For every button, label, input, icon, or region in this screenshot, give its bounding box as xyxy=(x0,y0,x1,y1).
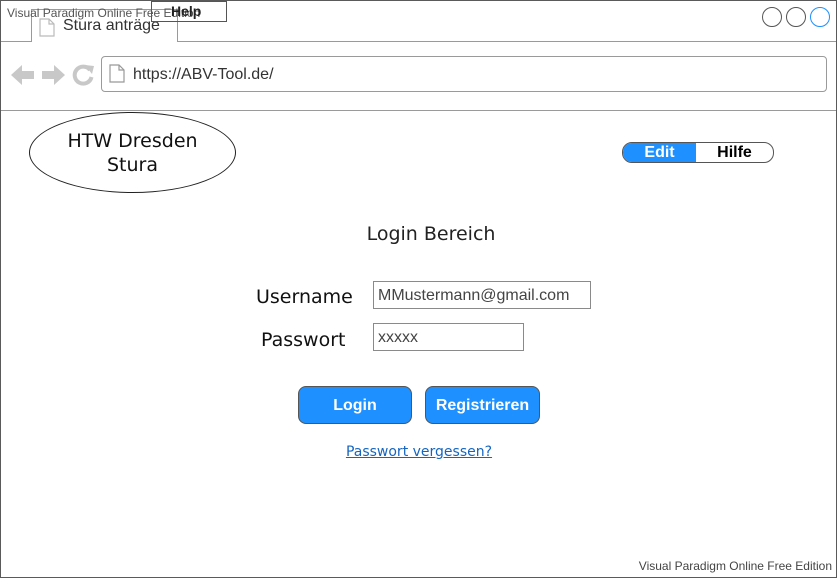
page-icon xyxy=(109,64,125,83)
address-bar: https://ABV-Tool.de/ xyxy=(1,42,836,111)
mode-toggle[interactable]: Edit Hilfe xyxy=(622,142,774,163)
logo-line-1: HTW Dresden xyxy=(67,129,198,152)
window-minimize-button[interactable] xyxy=(762,7,782,27)
login-button[interactable]: Login xyxy=(298,386,412,424)
watermark-bottom: Visual Paradigm Online Free Edition xyxy=(638,559,832,573)
reload-icon[interactable] xyxy=(72,64,94,86)
username-label: Username xyxy=(256,286,353,308)
forgot-password-link[interactable]: Passwort vergessen? xyxy=(331,444,507,460)
url-input[interactable]: https://ABV-Tool.de/ xyxy=(101,56,827,92)
url-text: https://ABV-Tool.de/ xyxy=(133,66,274,83)
register-button[interactable]: Registrieren xyxy=(425,386,540,424)
help-label: Help xyxy=(171,3,202,19)
username-input[interactable]: MMustermann@gmail.com xyxy=(373,281,591,309)
tab-bar: Stura anträge Visual Paradigm Online Fre… xyxy=(1,1,836,42)
password-label: Passwort xyxy=(261,329,346,351)
help-button[interactable]: Help xyxy=(151,1,227,22)
document-icon xyxy=(39,18,55,37)
toggle-hilfe[interactable]: Hilfe xyxy=(696,143,773,162)
forward-arrow-icon[interactable] xyxy=(41,64,65,86)
login-title: Login Bereich xyxy=(366,223,496,245)
logo-line-2: Stura xyxy=(106,153,158,176)
browser-window: Stura anträge Visual Paradigm Online Fre… xyxy=(0,0,837,578)
toggle-edit[interactable]: Edit xyxy=(623,143,696,162)
password-input[interactable]: xxxxx xyxy=(373,323,524,351)
window-close-button[interactable] xyxy=(810,7,830,27)
logo: HTW Dresden Stura xyxy=(29,112,236,193)
window-maximize-button[interactable] xyxy=(786,7,806,27)
back-arrow-icon[interactable] xyxy=(11,64,35,86)
